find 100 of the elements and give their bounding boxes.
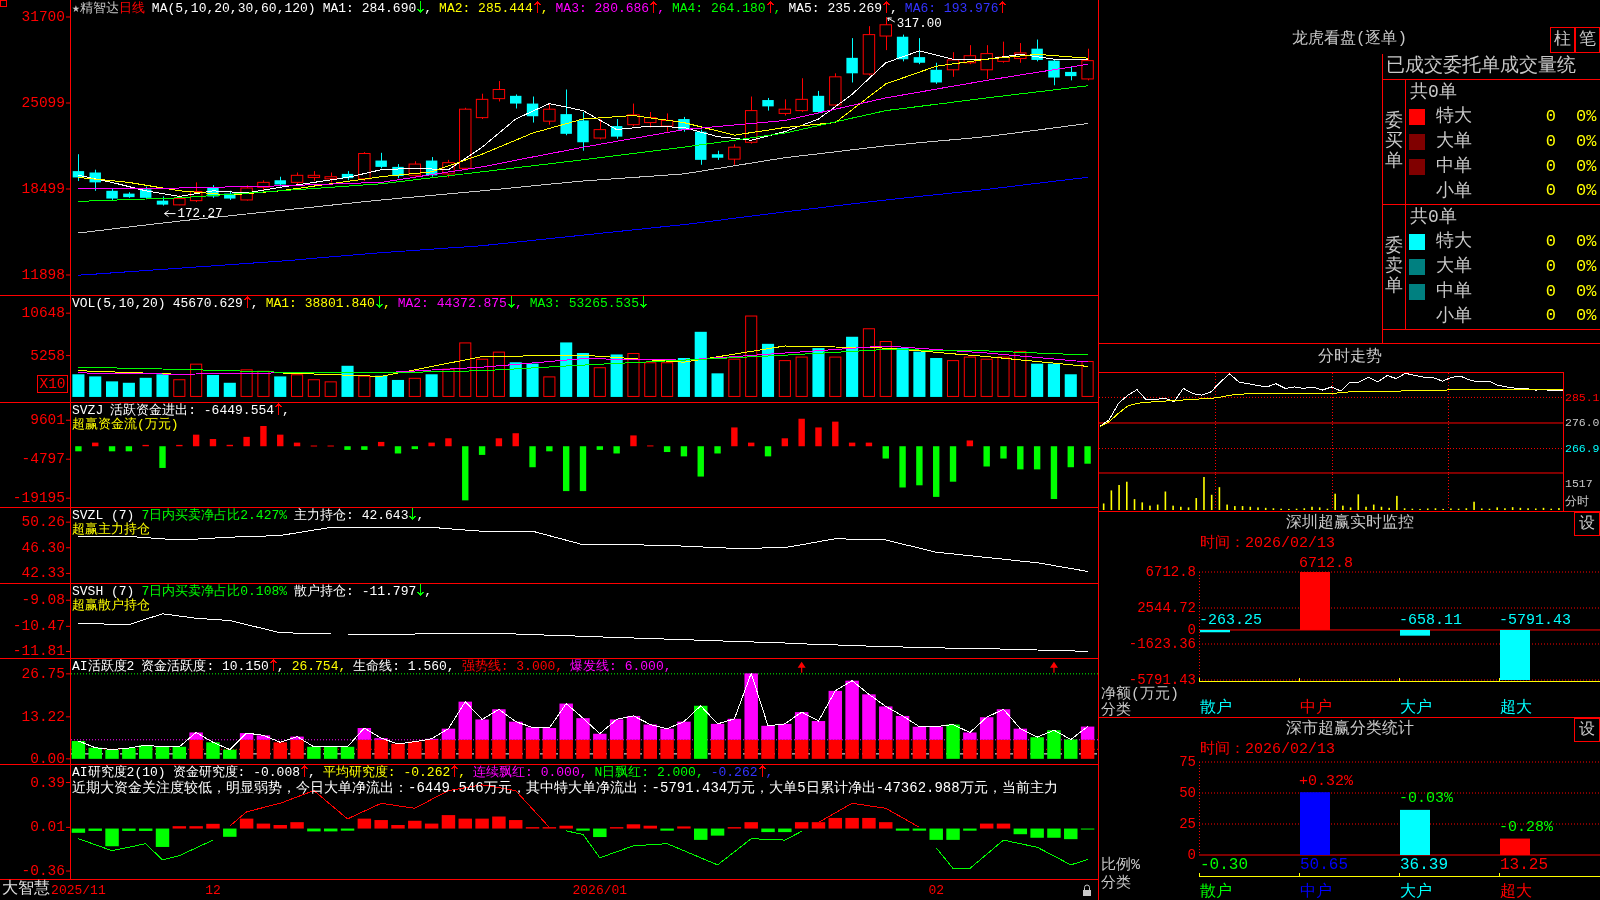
candlestick bbox=[980, 44, 993, 80]
research-bar bbox=[1030, 828, 1044, 838]
activity-bar bbox=[677, 721, 691, 740]
category-label: 超大 bbox=[1500, 883, 1532, 900]
candlestick bbox=[728, 143, 741, 166]
capital-flow-bar bbox=[1067, 446, 1074, 468]
legend-label: 爆发线: 6.000, bbox=[570, 659, 672, 674]
axis-label: 2544.72 bbox=[1137, 600, 1196, 616]
candlestick bbox=[812, 90, 825, 114]
capital-flow-bar bbox=[1033, 446, 1041, 470]
candlestick bbox=[762, 97, 774, 112]
view-toggle-button[interactable]: 笔 bbox=[1575, 27, 1600, 53]
capital-flow-bar bbox=[377, 441, 385, 447]
lock-icon bbox=[1083, 884, 1091, 896]
value-label: -658.11 bbox=[1399, 612, 1462, 630]
capital-flow-bar bbox=[630, 435, 637, 447]
capital-flow-bar bbox=[445, 438, 452, 447]
capital-flow-bar bbox=[176, 444, 183, 447]
candlestick bbox=[745, 96, 758, 145]
capital-flow-bar bbox=[815, 427, 822, 447]
candlestick bbox=[492, 80, 506, 102]
activity-bar bbox=[609, 719, 624, 740]
legend-label: AI活跃度2 bbox=[72, 659, 135, 674]
capital-flow-bar bbox=[933, 446, 940, 497]
research-bar bbox=[979, 823, 994, 829]
capital-flow-bar bbox=[293, 442, 301, 447]
bar bbox=[1200, 630, 1230, 633]
legend-separator: , bbox=[890, 1, 898, 16]
value-label: 13.25 bbox=[1500, 856, 1548, 874]
research-bar bbox=[273, 825, 287, 829]
research-bar bbox=[105, 828, 119, 847]
bar bbox=[1300, 792, 1330, 855]
change-label: -0.03% bbox=[1399, 790, 1453, 808]
research-bar bbox=[710, 828, 725, 836]
date-label: 02 bbox=[928, 882, 944, 898]
view-toggle-button[interactable]: 柱 bbox=[1550, 27, 1575, 53]
table-title: 已成交委托单成交量统 bbox=[1386, 55, 1576, 77]
date-label: 2025/11 bbox=[51, 882, 106, 898]
legend-label: MA(5,10,20,30,60,120) bbox=[151, 1, 316, 16]
timestamp: 时间：2026/02/13 bbox=[1200, 535, 1335, 552]
capital-flow-bar bbox=[1084, 446, 1091, 464]
research-bar bbox=[912, 828, 927, 831]
research-bar bbox=[492, 816, 506, 829]
candlestick bbox=[1048, 58, 1060, 86]
volume-bar bbox=[997, 356, 1010, 397]
research-bar bbox=[374, 820, 388, 829]
candlestick bbox=[930, 62, 942, 85]
legend-label: 连续飘红: 0.000, bbox=[473, 765, 588, 780]
axis-label: 0 bbox=[1187, 622, 1196, 638]
candlestick bbox=[627, 103, 640, 127]
activity-bar bbox=[778, 723, 792, 740]
change-label: +0.32% bbox=[1299, 772, 1353, 790]
candlestick bbox=[106, 187, 118, 201]
legend-label: MA2: 44372.875 bbox=[397, 296, 507, 311]
settings-button[interactable]: 设 bbox=[1574, 512, 1600, 536]
capital-flow-bar bbox=[680, 446, 688, 457]
unit-label: X10 bbox=[37, 375, 68, 393]
research-bar bbox=[559, 825, 573, 829]
panel-title: 龙虎看盘(逐单) bbox=[1291, 30, 1408, 49]
axis-label: 0.00 bbox=[30, 750, 65, 767]
order-percent: 0% bbox=[1576, 156, 1598, 177]
order-percent: 0% bbox=[1576, 181, 1598, 202]
axis-label: 75 bbox=[1179, 754, 1196, 770]
legend-label: SVZL (7) bbox=[72, 508, 135, 523]
capital-flow-bar bbox=[462, 446, 469, 501]
volume-bar bbox=[560, 342, 573, 397]
legend-label: AI研究度2(10) bbox=[72, 765, 166, 780]
capital-flow-bar bbox=[714, 446, 721, 454]
volume-bar bbox=[274, 376, 287, 397]
stock-title: ★精智达 日线 bbox=[72, 1, 145, 16]
research-bar bbox=[576, 828, 590, 831]
order-count: 0 bbox=[1545, 156, 1556, 177]
capital-flow-bar bbox=[596, 446, 603, 450]
activity-bar bbox=[979, 739, 994, 759]
candlestick bbox=[392, 163, 404, 179]
order-count: 0 bbox=[1545, 181, 1556, 202]
legend-label: 平均研究度: -0.262 bbox=[322, 765, 451, 780]
activity-bar bbox=[946, 724, 960, 759]
capital-flow-bar bbox=[192, 434, 200, 447]
legend-label: MA3: 53265.535 bbox=[529, 296, 639, 311]
legend-label: 资金研究度: -0.008 bbox=[172, 765, 301, 780]
activity-bar bbox=[727, 718, 742, 740]
settings-button[interactable]: 设 bbox=[1574, 718, 1600, 742]
activity-bar bbox=[1064, 739, 1078, 759]
research-bar bbox=[963, 828, 977, 831]
volume-bar bbox=[677, 358, 690, 397]
activity-bar bbox=[811, 721, 826, 740]
order-type-label: 中单 bbox=[1436, 156, 1472, 178]
legend-label: SVSH (7) bbox=[72, 584, 135, 599]
volume-bar bbox=[257, 370, 270, 397]
price-label: 172.27 bbox=[177, 206, 223, 221]
legend-label: MA6: 193.976 bbox=[904, 1, 999, 16]
capital-flow-bar bbox=[361, 446, 368, 450]
volume-bar bbox=[358, 375, 371, 397]
activity-bar bbox=[626, 715, 641, 740]
capital-flow-bar bbox=[495, 438, 503, 447]
candlestick bbox=[678, 116, 690, 133]
volume-bar bbox=[72, 374, 85, 397]
capital-flow-bar bbox=[748, 442, 755, 447]
capital-flow-bar bbox=[798, 418, 805, 447]
